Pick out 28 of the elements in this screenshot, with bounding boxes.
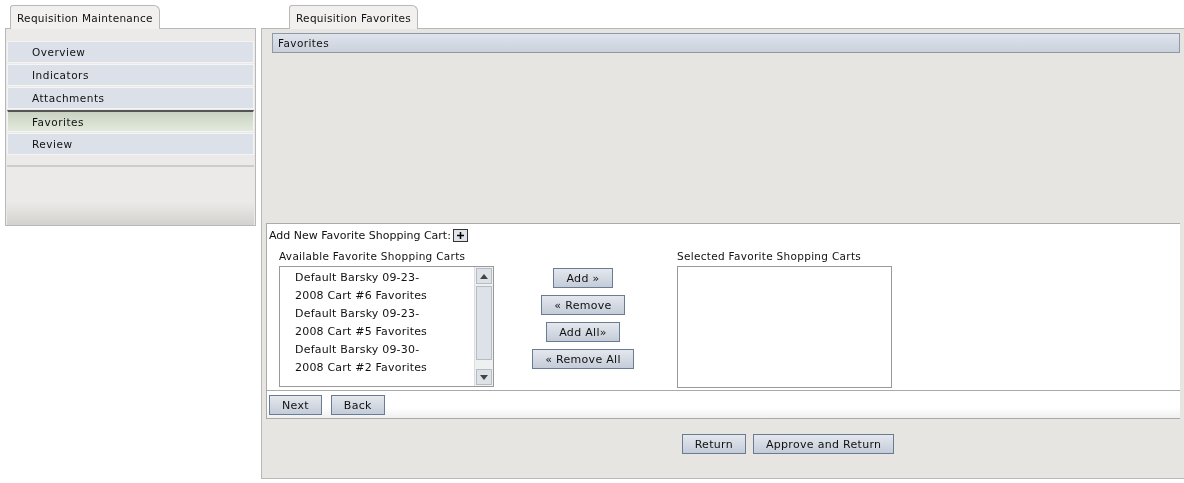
list-label: Available Favorite Shopping Carts	[279, 250, 467, 262]
footer-button[interactable]: Return	[681, 434, 746, 454]
scroll-down-icon[interactable]	[476, 369, 492, 385]
nav-item[interactable]: Overview	[7, 41, 254, 63]
transfer-button[interactable]: Add All»	[546, 322, 620, 342]
wizard-button[interactable]: Back	[330, 395, 385, 415]
list-option[interactable]: Default Barsky 09-23-2008 Cart #5 Favorites	[295, 305, 445, 341]
list-option[interactable]: Default Barsky 09-23-2008 Cart #6 Favorites	[295, 269, 445, 305]
selected-list[interactable]	[677, 266, 892, 388]
list-option[interactable]: Default Barsky 09-30-2008 Cart #2 Favorites	[295, 341, 445, 377]
footer-button[interactable]: Approve and Return	[752, 434, 895, 454]
scroll-up-icon[interactable]	[476, 268, 492, 284]
scrollbar-thumb[interactable]	[476, 286, 492, 360]
transfer-button[interactable]: « Remove	[541, 295, 625, 315]
list-label: Selected Favorite Shopping Carts	[677, 250, 863, 262]
panel-tab[interactable]: Requisition Favorites	[289, 5, 419, 29]
add-new-label: Add New Favorite Shopping Cart:	[269, 229, 451, 242]
available-list[interactable]: Default Barsky 09-23-2008 Cart #6 Favorites Default Barsky 09-23-2008 Cart #5 Favorites Default Barsky 09-30-2008 Cart #2 Favorites	[279, 266, 494, 387]
transfer-button[interactable]: Add »	[553, 268, 613, 288]
transfer-button[interactable]: « Remove All	[532, 349, 634, 369]
nav-item[interactable]: Review	[7, 133, 254, 155]
nav-item[interactable]: Indicators	[7, 64, 254, 86]
nav-item[interactable]: Favorites	[7, 110, 254, 132]
panel-tab[interactable]: Requisition Maintenance	[10, 5, 160, 29]
wizard-button[interactable]: Next	[269, 395, 322, 415]
nav-item[interactable]: Attachments	[7, 87, 254, 109]
section-header: Favorites	[272, 33, 1180, 53]
add-icon[interactable]	[452, 229, 468, 242]
